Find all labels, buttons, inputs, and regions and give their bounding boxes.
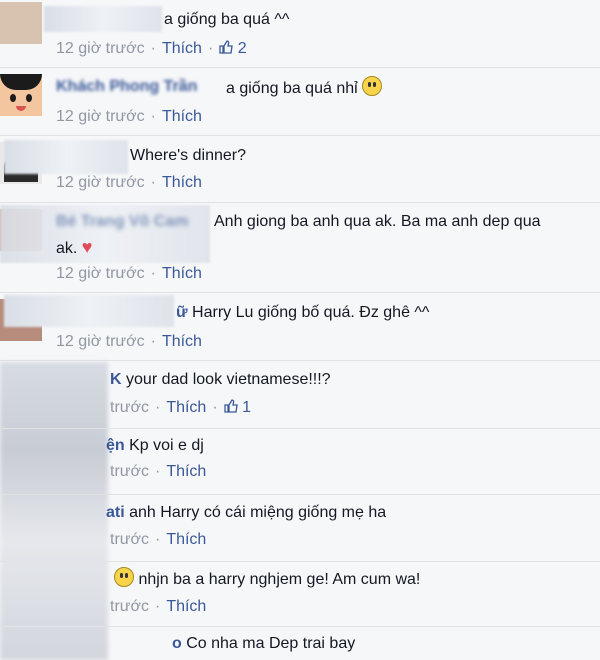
comment-text: K your dad look vietnamese!!!? <box>110 371 331 388</box>
like-link[interactable]: Thích <box>162 333 202 350</box>
avatar[interactable] <box>0 74 42 116</box>
comment-meta: 12 giờ trước · Thích <box>56 333 202 350</box>
comment-meta: 12 giờ trước · Thích <box>56 265 202 282</box>
timestamp[interactable]: trước <box>110 598 149 615</box>
comment-meta: trước · Thích · 1 <box>110 399 252 416</box>
commenter-name[interactable]: o <box>172 635 182 652</box>
redacted-name <box>44 6 162 32</box>
commenter-name[interactable]: ện <box>106 437 125 454</box>
comment-text: ện Kp voi e dj <box>106 437 204 454</box>
comment-text: a giống ba quá nhỉ <box>226 76 383 101</box>
comment-item: ati anh Harry có cái miệng giống mẹ ha t… <box>0 495 600 561</box>
comment-text: Where's dinner? <box>130 147 246 164</box>
comment-item: ện Kp voi e dj trước · Thích <box>0 429 600 495</box>
comment-item: K your dad look vietnamese!!!? trước · Thí… <box>0 361 600 427</box>
comment-meta: 12 giờ trước · Thích · 2 <box>56 40 247 57</box>
timestamp[interactable]: trước <box>110 531 149 548</box>
like-link[interactable]: Thích <box>162 174 202 191</box>
comment-text: ữ Harry Lu giống bố quá. Đz ghê ^^ <box>176 304 430 321</box>
comment-item: Bé Trang Võ Cam Anh giong ba anh qua ak.… <box>0 203 600 285</box>
timestamp[interactable]: 12 giờ trước <box>56 108 145 125</box>
commenter-name[interactable]: K <box>110 371 122 388</box>
comment-text: ati anh Harry có cái miệng giống mẹ ha <box>106 504 387 521</box>
commenter-name[interactable]: Bé Trang Võ Cam <box>56 213 188 231</box>
smile-emoji-icon <box>114 567 134 587</box>
smile-emoji-icon <box>362 76 383 96</box>
comment-item: o Co nha ma Dep trai bay <box>0 627 600 660</box>
timestamp[interactable]: 12 giờ trước <box>56 265 145 282</box>
comment-item: a giống ba quá ^^ 12 giờ trước · Thích · 2 <box>0 0 600 66</box>
comment-meta: trước · Thích <box>110 463 207 480</box>
comment-item: Where's dinner? 12 giờ trước · Thích <box>0 136 600 202</box>
comment-item: Khách Phong Trần a giống ba quá nhỉ 12 g… <box>0 68 600 134</box>
timestamp[interactable]: trước <box>110 463 149 480</box>
like-link[interactable]: Thích <box>166 399 206 416</box>
like-link[interactable]: Thích <box>162 40 202 57</box>
commenter-name[interactable]: Khách Phong Trần <box>56 78 197 96</box>
comment-item: nhjn ba a harry nghjem ge! Am cum wa! tr… <box>0 562 600 628</box>
timestamp[interactable]: 12 giờ trước <box>56 40 145 57</box>
comment-text: o Co nha ma Dep trai bay <box>172 635 356 652</box>
comment-meta: 12 giờ trước · Thích <box>56 108 202 125</box>
thumbs-up-icon <box>219 40 234 54</box>
like-link[interactable]: Thích <box>166 598 206 615</box>
like-link[interactable]: Thích <box>162 108 202 125</box>
commenter-name[interactable]: ữ <box>176 304 188 321</box>
comment-meta: 12 giờ trước · Thích <box>56 174 202 191</box>
thumbs-up-icon <box>224 399 238 413</box>
comment-text: ak. ♥ <box>56 237 93 257</box>
comment-text: Anh giong ba anh qua ak. Ba ma anh dep q… <box>214 213 541 230</box>
like-count[interactable]: 2 <box>219 40 247 57</box>
redacted-name <box>4 295 174 327</box>
comment-meta: trước · Thích <box>110 598 207 615</box>
like-link[interactable]: Thích <box>166 531 206 548</box>
timestamp[interactable]: 12 giờ trước <box>56 174 145 191</box>
comment-meta: trước · Thích <box>110 531 207 548</box>
commenter-name[interactable]: ati <box>106 504 125 521</box>
comment-text: a giống ba quá ^^ <box>164 11 290 28</box>
like-count[interactable]: 1 <box>224 399 251 416</box>
timestamp[interactable]: trước <box>110 399 149 416</box>
comment-item: ữ Harry Lu giống bố quá. Đz ghê ^^ 12 gi… <box>0 293 600 359</box>
heart-emoji-icon: ♥ <box>81 237 93 257</box>
comment-text: nhjn ba a harry nghjem ge! Am cum wa! <box>114 567 420 592</box>
like-link[interactable]: Thích <box>162 265 202 282</box>
redacted-name <box>4 140 128 174</box>
timestamp[interactable]: 12 giờ trước <box>56 333 145 350</box>
like-link[interactable]: Thích <box>166 463 206 480</box>
avatar[interactable] <box>0 2 42 44</box>
